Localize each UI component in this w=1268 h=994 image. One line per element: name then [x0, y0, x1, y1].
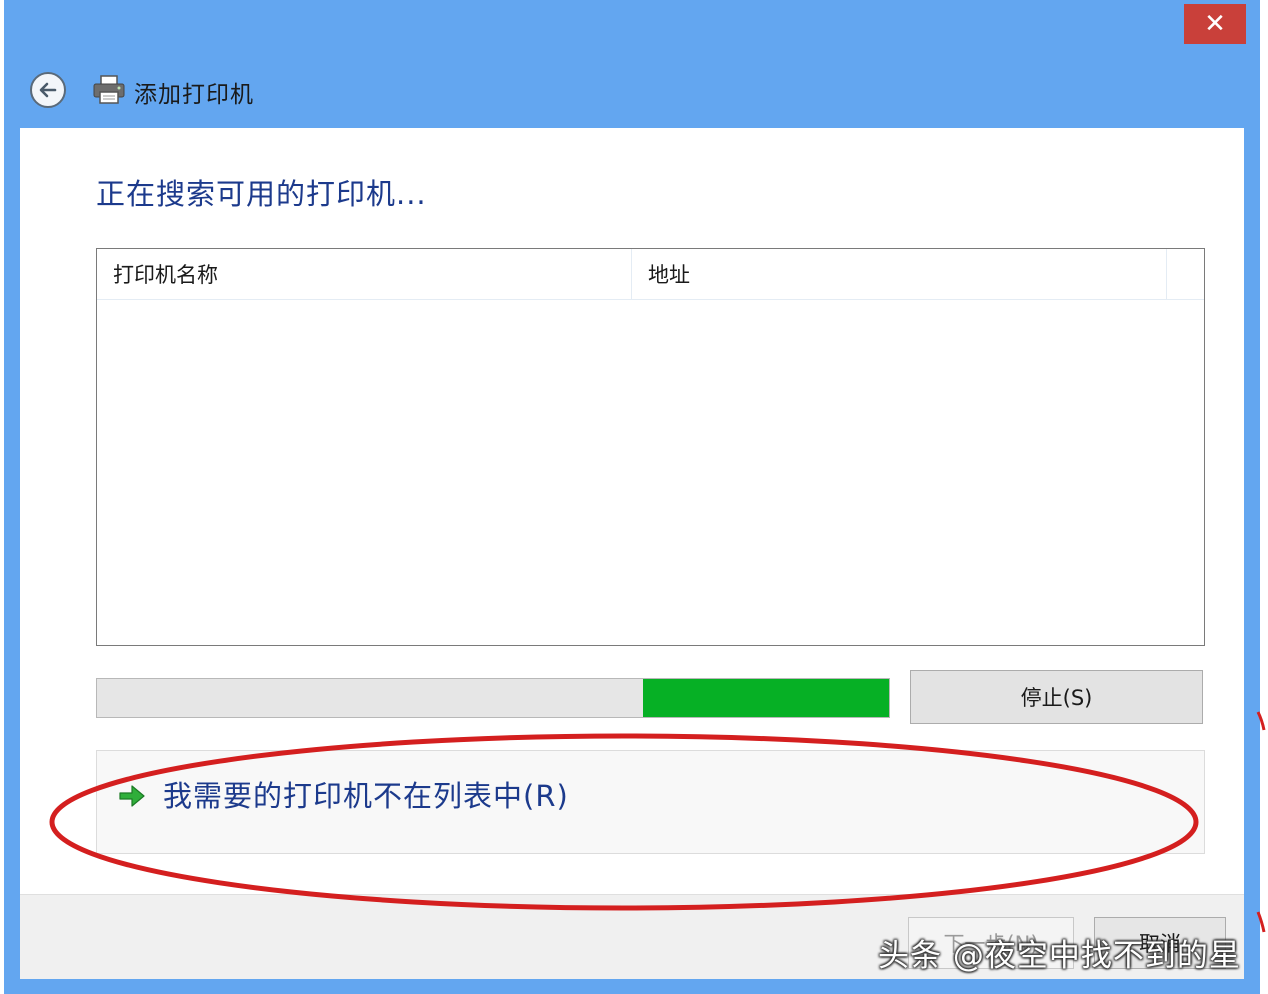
close-icon: ✕	[1204, 9, 1226, 39]
column-header-address[interactable]: 地址	[632, 249, 1167, 299]
search-progress-bar	[96, 678, 890, 718]
dialog-content: 正在搜索可用的打印机... 打印机名称 地址 停止(S) 我需要的打印机不在列表…	[20, 128, 1244, 894]
add-printer-window: ✕ 添加打印机 正在搜索可用的打印机... 打印机名称 地址 停止(S) 我需要…	[4, 0, 1260, 994]
watermark: 头条 @夜空中找不到的星	[878, 938, 1241, 974]
stop-button[interactable]: 停止(S)	[910, 670, 1203, 724]
close-button[interactable]: ✕	[1184, 4, 1246, 44]
back-button[interactable]	[30, 72, 66, 108]
column-header-printer-name[interactable]: 打印机名称	[97, 249, 632, 299]
back-arrow-icon	[39, 82, 57, 98]
page-heading: 正在搜索可用的打印机...	[96, 177, 427, 211]
green-arrow-icon	[119, 785, 145, 807]
progress-fill	[643, 679, 889, 717]
printer-list[interactable]: 打印机名称 地址	[96, 248, 1205, 646]
printer-not-listed-option[interactable]: 我需要的打印机不在列表中(R)	[96, 750, 1205, 854]
list-header: 打印机名称 地址	[97, 249, 1204, 300]
printer-icon	[93, 75, 125, 104]
window-title: 添加打印机	[134, 82, 254, 108]
printer-not-listed-link[interactable]: 我需要的打印机不在列表中(R)	[163, 773, 569, 815]
